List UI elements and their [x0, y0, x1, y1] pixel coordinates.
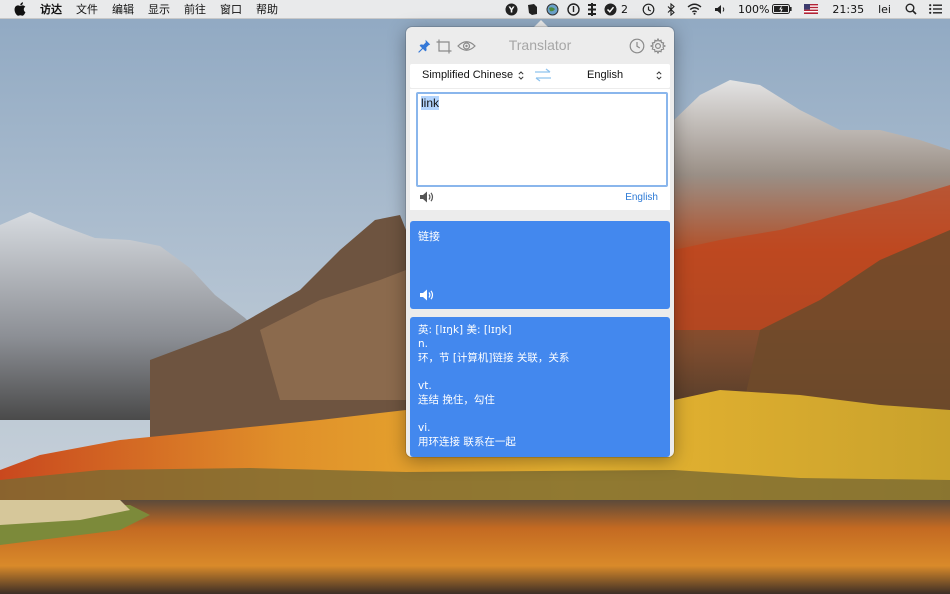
chevron-updown-icon	[518, 70, 524, 80]
dictionary-line: n.	[418, 338, 428, 350]
wifi-icon[interactable]	[687, 0, 702, 18]
time-machine-icon[interactable]	[642, 0, 655, 18]
gear-icon[interactable]	[649, 38, 667, 54]
bluetooth-icon[interactable]	[667, 0, 675, 18]
evernote-icon[interactable]	[526, 0, 538, 18]
dictionary-line: 环，节 [计算机]链接 关联，关系	[418, 352, 570, 364]
selected-input-text: link	[421, 96, 440, 110]
dictionary-card: 英: [lɪŋk] 美: [lɪŋk] n. 环，节 [计算机]链接 关联，关系…	[410, 317, 670, 457]
speaker-icon[interactable]	[419, 189, 435, 208]
battery-icon[interactable]	[772, 0, 793, 18]
menu-bar: 访达 文件 编辑 显示 前往 窗口 帮助 Y 2 100% 21:35 lei	[0, 0, 950, 19]
swap-icon[interactable]	[534, 68, 552, 85]
menu-window[interactable]: 窗口	[220, 1, 242, 17]
search-icon[interactable]	[905, 0, 917, 18]
info-app-icon[interactable]	[567, 0, 580, 18]
translation-text: 链接	[418, 230, 440, 243]
clock[interactable]: 21:35	[832, 3, 864, 16]
source-language-select[interactable]: Simplified Chinese	[422, 69, 524, 81]
language-bar: Simplified Chinese English	[410, 64, 670, 88]
dictionary-line: 英: [lɪŋk] 美: [lɪŋk]	[418, 324, 512, 336]
target-language-label: English	[587, 69, 624, 81]
menu-finder[interactable]: 访达	[40, 1, 62, 17]
menu-go[interactable]: 前往	[184, 1, 206, 17]
notification-count[interactable]: 2	[621, 3, 628, 16]
dictionary-line	[418, 365, 569, 379]
status-area: Y 2 100% 21:35 lei	[497, 0, 942, 18]
dictionary-line	[418, 407, 569, 421]
apple-icon[interactable]	[14, 2, 28, 16]
user-name[interactable]: lei	[878, 3, 891, 16]
dictionary-lines: 英: [lɪŋk] 美: [lɪŋk] n. 环，节 [计算机]链接 关联，关系…	[418, 323, 569, 449]
detected-language-link[interactable]: English	[625, 192, 658, 203]
target-language-select[interactable]: English	[587, 69, 662, 81]
volume-icon[interactable]	[714, 0, 726, 18]
dictionary-line: 连结 挽住，勾住	[418, 394, 495, 406]
dictionary-line: 用环连接 联系在一起	[418, 436, 516, 448]
battery-percent: 100%	[737, 2, 770, 16]
source-language-label: Simplified Chinese	[422, 69, 514, 81]
translation-result-card: 链接	[410, 221, 670, 309]
speaker-icon[interactable]	[419, 287, 435, 306]
source-text-input[interactable]: link	[416, 92, 668, 187]
history-icon[interactable]	[628, 38, 646, 54]
svg-text:Y: Y	[508, 5, 515, 14]
input-section: link English	[410, 89, 670, 210]
menu-edit[interactable]: 编辑	[112, 1, 134, 17]
translator-app-icon[interactable]: Y	[505, 0, 518, 18]
chevron-updown-icon	[656, 70, 662, 80]
menu-file[interactable]: 文件	[76, 1, 98, 17]
menu-list-icon[interactable]	[587, 0, 596, 18]
mail-icon[interactable]	[604, 0, 617, 18]
menu-view[interactable]: 显示	[148, 1, 170, 17]
dictionary-line: vt.	[418, 380, 432, 392]
menu-help[interactable]: 帮助	[256, 1, 278, 17]
popover-toolbar: Translator	[406, 27, 674, 63]
menu-list-icon[interactable]	[929, 0, 942, 18]
globe-app-icon[interactable]	[546, 0, 559, 18]
translator-popover: Translator Simplified Chinese English li…	[406, 27, 674, 457]
flag-icon[interactable]	[804, 0, 819, 18]
dictionary-line: vi.	[418, 422, 431, 434]
